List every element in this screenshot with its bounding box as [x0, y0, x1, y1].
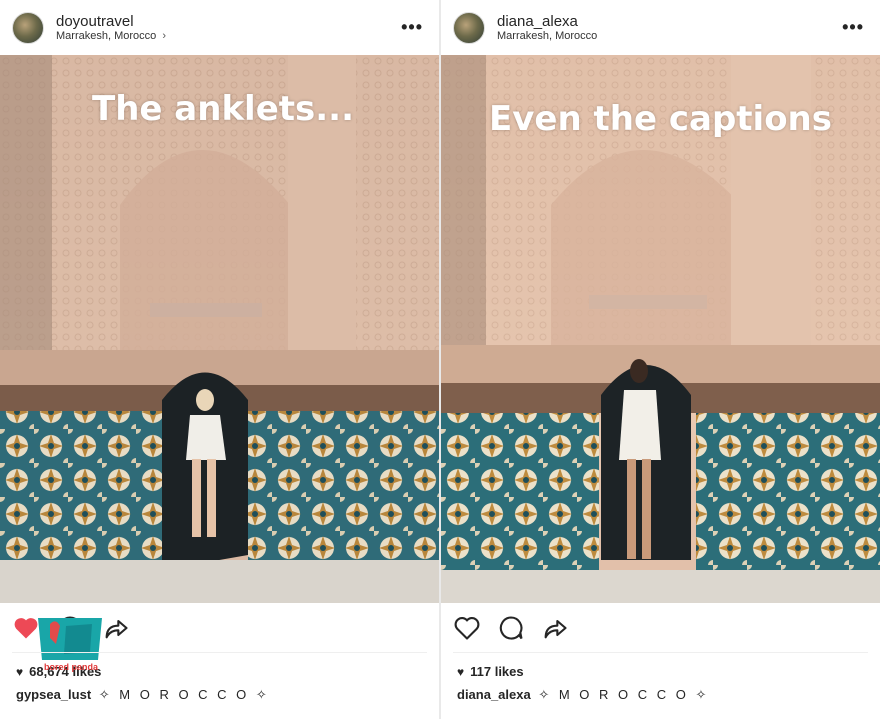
post-card-1: doyoutravel Marrakesh, Morocco › ••• The…	[0, 0, 439, 719]
post-actions	[441, 612, 880, 646]
post-card-2: diana_alexa Marrakesh, Morocco ••• Even …	[441, 0, 880, 719]
post-header: diana_alexa Marrakesh, Morocco •••	[441, 0, 880, 55]
story-overlay-text: The anklets...	[92, 89, 355, 129]
caption-username[interactable]: diana_alexa	[457, 687, 531, 702]
share-arrow-icon[interactable]	[102, 614, 130, 642]
likes-count[interactable]: ♥ 117 likes	[457, 664, 524, 679]
chevron-right-icon: ›	[162, 30, 166, 42]
post-location[interactable]: Marrakesh, Morocco	[497, 30, 597, 42]
post-caption: gypsea_lust ✧ M O R O C C O ✧	[16, 687, 270, 703]
post-separator	[453, 652, 868, 653]
watermark-text: bored panda	[44, 662, 99, 672]
comment-icon[interactable]	[497, 614, 525, 642]
post-photo[interactable]: The anklets...	[0, 55, 439, 603]
post-username[interactable]: doyoutravel	[56, 13, 134, 30]
heart-icon[interactable]	[453, 614, 481, 642]
caption-text: ✧ M O R O C C O ✧	[538, 687, 710, 702]
riad-photo-image	[0, 55, 439, 603]
bored-panda-watermark-icon	[38, 618, 102, 660]
post-header: doyoutravel Marrakesh, Morocco › •••	[0, 0, 439, 55]
post-separator	[12, 652, 427, 653]
post-caption: diana_alexa ✧ M O R O C C O ✧	[457, 687, 709, 703]
avatar[interactable]	[453, 12, 485, 44]
caption-username[interactable]: gypsea_lust	[16, 687, 91, 702]
share-arrow-icon[interactable]	[541, 614, 569, 642]
caption-text: ✧ M O R O C C O ✧	[98, 687, 270, 702]
post-location[interactable]: Marrakesh, Morocco ›	[56, 30, 166, 42]
post-username[interactable]: diana_alexa	[497, 13, 578, 30]
likes-label[interactable]: 117 likes	[470, 664, 524, 679]
post-photo[interactable]: Even the captions	[441, 55, 880, 603]
more-options-icon[interactable]: •••	[401, 17, 423, 38]
location-label[interactable]: Marrakesh, Morocco	[56, 30, 156, 42]
story-overlay-text: Even the captions	[489, 99, 832, 139]
likes-heart-icon: ♥	[16, 665, 24, 679]
likes-heart-icon: ♥	[457, 665, 465, 679]
more-options-icon[interactable]: •••	[842, 17, 864, 38]
avatar[interactable]	[12, 12, 44, 44]
